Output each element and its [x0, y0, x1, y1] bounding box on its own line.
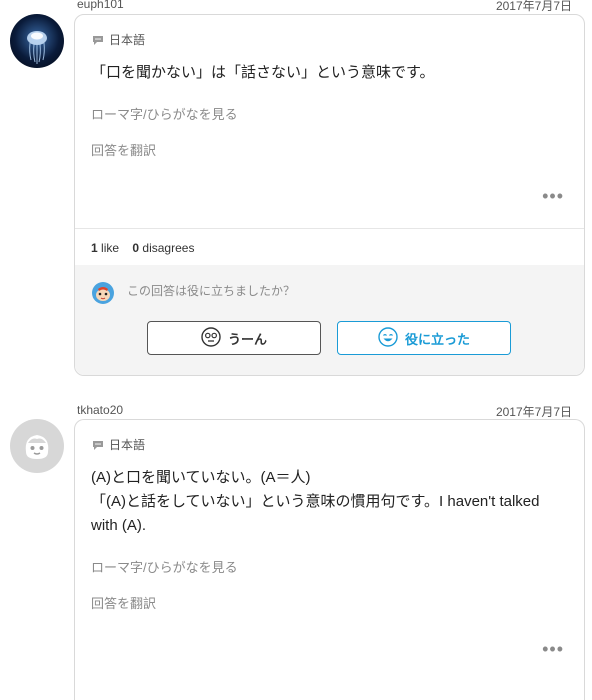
- jellyfish-avatar[interactable]: [10, 14, 64, 68]
- language-label: 日本語: [109, 33, 146, 47]
- hmm-button[interactable]: うーん: [147, 321, 321, 355]
- reaction-stats: 1 like 0 disagrees: [91, 241, 194, 255]
- romaji-link[interactable]: ローマ字/ひらがなを見る: [91, 557, 238, 576]
- divider: [75, 228, 584, 229]
- disagrees-count: 0: [132, 241, 140, 255]
- likes-label[interactable]: like: [101, 241, 119, 255]
- default-avatar-icon[interactable]: [10, 419, 64, 473]
- answer-text: (A)と口を聞いていない。(A＝人) 「(A)と話をしていない」という意味の慣用…: [91, 466, 564, 538]
- username[interactable]: tkhato20: [77, 403, 123, 417]
- more-dots-icon[interactable]: •••: [542, 640, 564, 658]
- smile-face-icon: [378, 326, 398, 350]
- helpful-label: 役に立った: [404, 331, 470, 347]
- language-tag: 日本語: [92, 31, 145, 48]
- helpful-question: この回答は役に立ちましたか？: [127, 284, 296, 298]
- hmm-label: うーん: [227, 331, 267, 347]
- answer-line: (A)と口を聞いていない。(A＝人): [91, 469, 311, 486]
- helpful-feedback-box: この回答は役に立ちましたか？ うーん 役に立った: [75, 265, 584, 375]
- username[interactable]: euph101: [77, 0, 124, 11]
- language-label: 日本語: [109, 438, 146, 452]
- chat-bubble-icon: [92, 34, 104, 46]
- translate-link[interactable]: 回答を翻訳: [91, 593, 156, 612]
- answer-card: 日本語 「口を聞かない」は「話さない」という意味です。 ローマ字/ひらがなを見る…: [74, 14, 585, 376]
- helpful-button[interactable]: 役に立った: [337, 321, 511, 355]
- more-dots-icon[interactable]: •••: [542, 187, 564, 205]
- answer-line: 「口を聞かない」は「話さない」という意味です。: [91, 64, 435, 81]
- mascot-icon: [92, 282, 114, 304]
- romaji-link[interactable]: ローマ字/ひらがなを見る: [91, 104, 238, 123]
- disagrees-label[interactable]: disagrees: [142, 241, 194, 255]
- answer-date: 2017年7月7日: [495, 405, 572, 419]
- hmm-face-icon: [201, 326, 221, 350]
- answer-text: 「口を聞かない」は「話さない」という意味です。: [91, 61, 564, 85]
- answer-date: 2017年7月7日: [495, 0, 572, 13]
- language-tag: 日本語: [92, 436, 145, 453]
- answer-card: 日本語 (A)と口を聞いていない。(A＝人) 「(A)と話をしていない」という意…: [74, 419, 585, 700]
- chat-bubble-icon: [92, 439, 104, 451]
- likes-count: 1: [91, 241, 98, 255]
- answer-line: with (A).: [91, 517, 147, 534]
- translate-link[interactable]: 回答を翻訳: [91, 140, 156, 159]
- answer-line: 「(A)と話をしていない」という意味の慣用句です。I haven't talke…: [91, 493, 540, 510]
